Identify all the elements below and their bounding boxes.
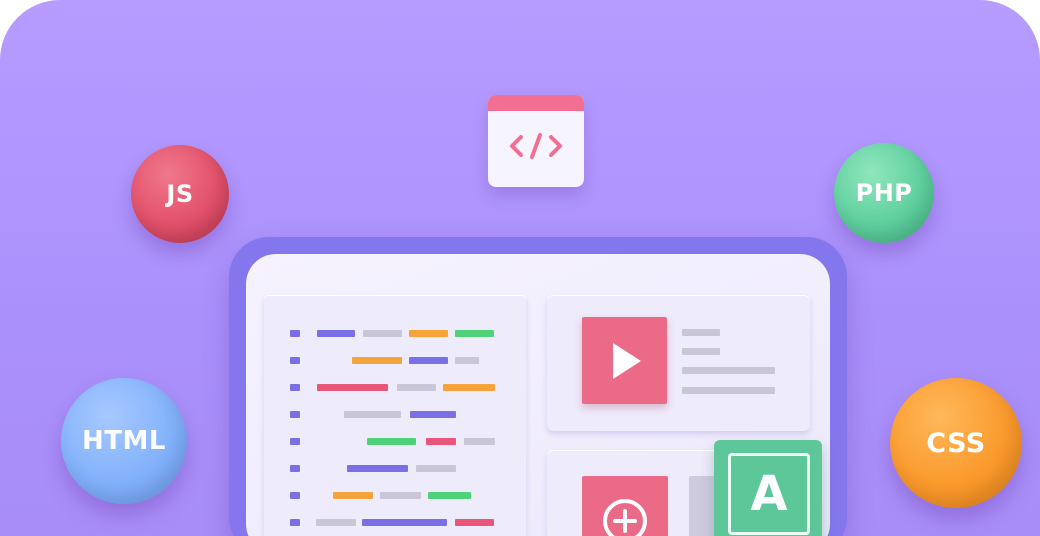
code-token [363,330,402,337]
code-token [380,492,421,499]
play-icon [613,343,641,379]
code-window-titlebar [488,95,584,111]
html-badge: HTML [61,378,187,504]
code-line-bullet [290,438,300,445]
code-token [333,492,373,499]
code-line-bullet [290,384,300,391]
video-text-line [682,348,720,355]
code-token [464,438,495,445]
code-token [455,357,479,364]
code-token [362,519,447,526]
add-tile [582,476,668,536]
video-text-line [682,329,720,336]
html-label: HTML [82,426,166,456]
js-label: JS [166,180,194,208]
code-token [317,330,355,337]
code-token [317,384,388,391]
code-token [455,519,494,526]
video-text-line [682,367,775,374]
code-token [316,519,356,526]
code-token [443,384,495,391]
code-token [455,330,494,337]
php-label: PHP [855,179,913,207]
code-token [409,357,448,364]
font-letter-frame: A [728,453,810,535]
code-token [367,438,416,445]
code-line-bullet [290,519,300,526]
plus-circle-icon [603,499,647,536]
code-token [352,357,402,364]
code-token [397,384,436,391]
php-badge: PHP [834,143,934,243]
video-text-line [682,387,775,394]
font-letter: A [750,466,788,522]
code-token [347,465,408,472]
code-line-bullet [290,465,300,472]
code-token [344,411,401,418]
code-line-bullet [290,492,300,499]
font-tile: A [714,440,822,536]
css-badge: CSS [890,378,1022,508]
js-badge: JS [131,145,229,243]
code-token [416,465,456,472]
code-line-bullet [290,411,300,418]
code-window [488,95,584,187]
code-token [409,330,448,337]
code-token [428,492,471,499]
code-line-bullet [290,357,300,364]
code-brackets-icon [510,133,562,159]
video-thumbnail [582,317,667,404]
code-token [410,411,456,418]
code-line-bullet [290,330,300,337]
illustration-canvas: JS PHP HTML CSS A [0,0,1040,536]
css-label: CSS [926,427,986,459]
code-token [426,438,456,445]
